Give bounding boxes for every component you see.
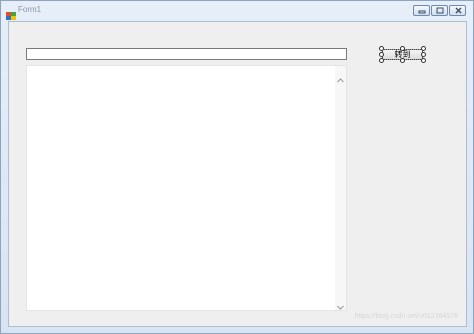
list-box[interactable] [26, 65, 347, 311]
minimize-button[interactable] [413, 5, 430, 16]
resize-handle-bottom[interactable] [400, 58, 405, 63]
resize-handle-top-right[interactable] [421, 46, 426, 51]
resize-handle-bottom-left[interactable] [379, 58, 384, 63]
resize-handle-top-left[interactable] [379, 46, 384, 51]
goto-button-selection: 转到 [379, 46, 426, 63]
title-bar[interactable]: Form1 [1, 1, 473, 21]
text-input[interactable] [26, 48, 347, 60]
resize-handle-right[interactable] [421, 52, 426, 57]
window-title: Form1 [18, 5, 42, 14]
close-icon [455, 7, 462, 14]
form-client-area: 转到 https://blog.csdn.net/u012384578 [8, 21, 467, 327]
form-window: Form1 转到 https://blog.csdn.net/u01238457… [0, 0, 474, 334]
watermark: https://blog.csdn.net/u012384578 [354, 313, 458, 320]
resize-handle-left[interactable] [379, 52, 384, 57]
close-button[interactable] [449, 5, 466, 16]
maximize-button[interactable] [431, 5, 448, 16]
vertical-scrollbar[interactable] [335, 66, 346, 310]
scroll-up-arrow-icon[interactable] [336, 70, 345, 83]
app-icon [6, 6, 16, 20]
resize-handle-top[interactable] [400, 46, 405, 51]
maximize-icon [436, 7, 444, 14]
resize-handle-bottom-right[interactable] [421, 58, 426, 63]
scroll-down-arrow-icon[interactable] [336, 297, 345, 310]
minimize-icon [418, 10, 426, 14]
